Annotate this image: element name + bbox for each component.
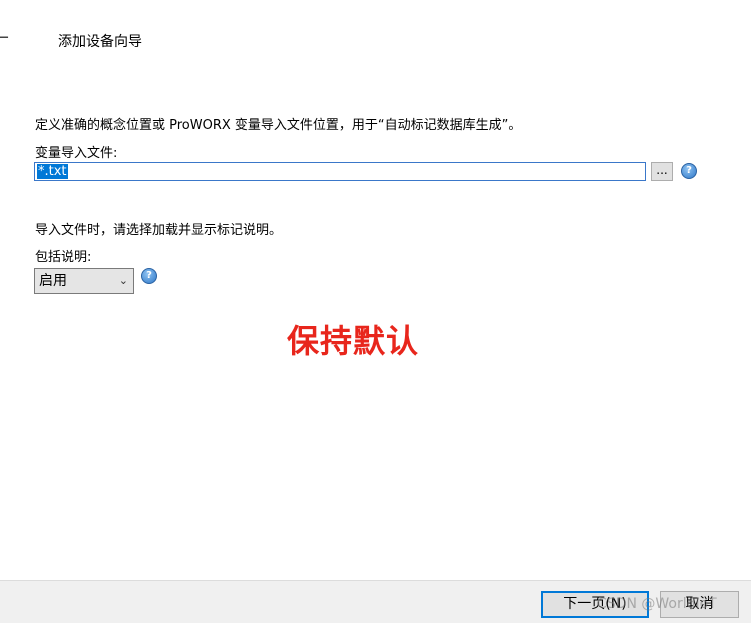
- file-path-input[interactable]: *.txt: [34, 162, 646, 181]
- include-label: 包括说明:: [35, 250, 92, 265]
- include-note-text: 导入文件时，请选择加载并显示标记说明。: [35, 223, 283, 238]
- help-icon[interactable]: ?: [681, 163, 697, 179]
- include-selected-value: 启用: [39, 273, 67, 289]
- watermark: CSDN @WorldIoT: [597, 596, 717, 612]
- annotation-overlay: 保持默认: [287, 322, 420, 360]
- description-text: 定义准确的概念位置或 ProWORX 变量导入文件位置，用于“自动标记数据库生成…: [35, 118, 522, 133]
- include-description-select[interactable]: 启用 ⌄: [34, 268, 134, 294]
- file-label: 变量导入文件:: [35, 146, 118, 161]
- browse-button[interactable]: ...: [651, 162, 673, 181]
- file-path-value: *.txt: [37, 164, 68, 179]
- wizard-title: 添加设备向导: [58, 34, 142, 50]
- back-arrow-icon[interactable]: ←: [0, 28, 9, 48]
- help-icon[interactable]: ?: [141, 268, 157, 284]
- chevron-down-icon: ⌄: [118, 274, 128, 287]
